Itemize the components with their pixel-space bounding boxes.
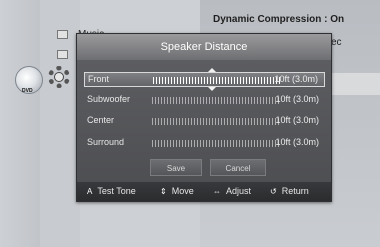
speaker-distance-dialog: Speaker Distance Front 10ft (3.0m) Subwo… <box>76 33 332 202</box>
row-center[interactable]: Center 10ft (3.0m) <box>84 114 325 129</box>
row-label: Subwoofer <box>87 94 131 104</box>
hint-move: ⇕ Move <box>160 186 194 196</box>
row-label: Surround <box>87 137 125 147</box>
distance-slider[interactable] <box>153 77 280 84</box>
return-label: Return <box>281 186 309 196</box>
distance-slider[interactable] <box>152 118 279 125</box>
dvd-label: DVD <box>22 88 33 94</box>
music-icon <box>57 30 68 39</box>
arrow-down-icon <box>208 87 216 91</box>
photo-icon <box>57 50 68 59</box>
return-icon: ↺ <box>270 187 277 196</box>
hint-return: ↺ Return <box>270 186 309 196</box>
save-button[interactable]: Save <box>150 159 202 176</box>
clipped-info-text: ec <box>331 37 342 48</box>
a-key-icon: A <box>87 187 93 196</box>
row-value: 10ft (3.0m) <box>275 94 319 104</box>
distance-slider[interactable] <box>152 140 279 147</box>
row-label: Front <box>88 74 110 84</box>
hint-test-tone: A Test Tone <box>87 186 136 196</box>
move-arrows-icon: ⇕ <box>160 187 167 196</box>
row-surround[interactable]: Surround 10ft (3.0m) <box>84 136 325 151</box>
hint-adjust: ⇔ Adjust <box>213 186 251 196</box>
arrow-up-icon <box>208 68 216 72</box>
distance-slider[interactable] <box>152 97 279 104</box>
right-panel-highlight <box>330 73 380 95</box>
adjust-label: Adjust <box>226 186 252 196</box>
gear-center <box>54 72 64 82</box>
row-front[interactable]: Front 10ft (3.0m) <box>84 68 325 91</box>
dynamic-compression-text: Dynamic Compression : On <box>213 14 345 25</box>
row-label: Center <box>87 115 115 125</box>
row-subwoofer[interactable]: Subwoofer 10ft (3.0m) <box>84 93 325 108</box>
test-tone-label: Test Tone <box>97 186 136 196</box>
dialog-title: Speaker Distance <box>77 34 331 60</box>
adjust-arrows-icon: ⇔ <box>213 187 221 196</box>
left-strip <box>0 0 41 247</box>
footer-hints: A Test Tone ⇕ Move ⇔ Adjust ↺ Return <box>77 182 331 201</box>
cancel-button[interactable]: Cancel <box>210 159 266 176</box>
move-label: Move <box>171 186 194 196</box>
row-value: 10ft (3.0m) <box>274 74 318 84</box>
row-value: 10ft (3.0m) <box>275 137 319 147</box>
row-value: 10ft (3.0m) <box>275 115 319 125</box>
